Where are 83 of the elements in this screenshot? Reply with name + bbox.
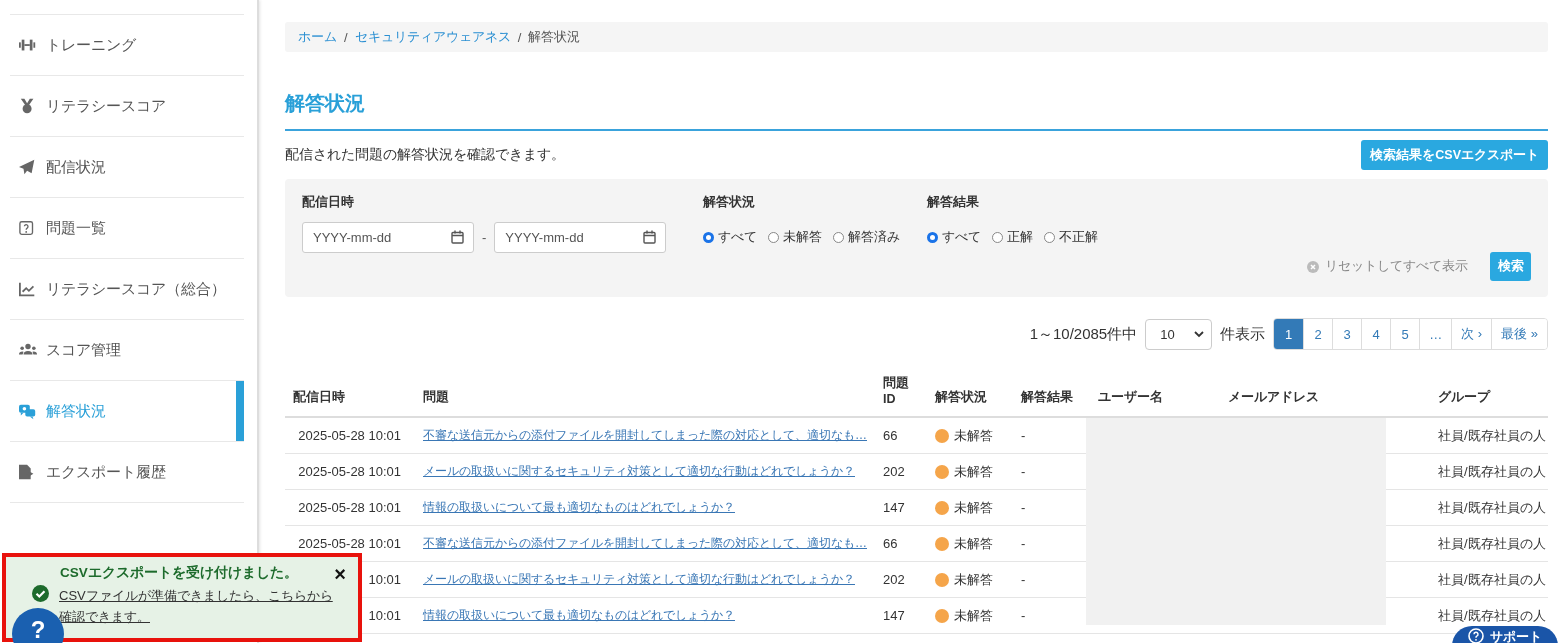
table-cell: 147 bbox=[875, 597, 927, 634]
column-header: 解答状況 bbox=[927, 371, 1013, 417]
page-link[interactable]: 最後 » bbox=[1491, 319, 1547, 349]
export-button[interactable]: 検索結果をCSVエクスポート bbox=[1361, 140, 1548, 170]
result-count: 1～10/2085件中 bbox=[1029, 324, 1138, 344]
radio-button[interactable] bbox=[833, 232, 844, 243]
breadcrumb-separator: / bbox=[344, 29, 348, 45]
range-separator: - bbox=[482, 230, 487, 245]
calendar-icon bbox=[451, 230, 464, 244]
sidebar-item[interactable]: リテラシースコア bbox=[10, 75, 244, 136]
sidebar-item[interactable]: リテラシースコア（総合） bbox=[10, 258, 244, 319]
paper-plane-icon bbox=[19, 158, 37, 176]
clear-icon bbox=[1307, 260, 1319, 273]
radio-button[interactable] bbox=[927, 232, 938, 243]
per-page-label: 件表示 bbox=[1220, 324, 1266, 344]
table-cell: 202 bbox=[875, 453, 927, 490]
breadcrumb-current: 解答状況 bbox=[528, 28, 581, 46]
page-title: 解答状況 bbox=[285, 90, 1548, 131]
radio-button[interactable] bbox=[703, 232, 714, 243]
sidebar-item[interactable]: トレーニング bbox=[10, 14, 244, 75]
sidebar-item[interactable]: 解答状況 bbox=[10, 380, 244, 441]
sidebar-item[interactable]: エクスポート履歴 bbox=[10, 441, 244, 502]
page-link[interactable]: 1 bbox=[1274, 319, 1304, 349]
radio-button[interactable] bbox=[768, 232, 779, 243]
table-cell: 社員/既存社員の人 bbox=[1430, 453, 1548, 490]
table-cell: 66 bbox=[875, 417, 927, 454]
chevron-down-icon bbox=[1194, 330, 1205, 338]
calendar-icon bbox=[643, 230, 657, 244]
table-cell: 66 bbox=[875, 525, 927, 562]
radio-label: 正解 bbox=[1007, 229, 1033, 246]
filter-label: 配信日時 bbox=[302, 194, 354, 211]
table-cell: 社員/既存社員の人 bbox=[1430, 489, 1548, 526]
reset-link[interactable]: リセットしてすべて表示 bbox=[1307, 258, 1468, 275]
breadcrumb-link[interactable]: セキュリティアウェアネス bbox=[354, 28, 511, 46]
check-circle-icon bbox=[32, 585, 49, 602]
table-cell: 社員/既存社員の人 bbox=[1430, 561, 1548, 598]
column-header: 問題 ID bbox=[875, 371, 927, 417]
table-cell: 社員/既存社員の人 bbox=[1430, 525, 1548, 562]
status-label: 未解答 bbox=[954, 498, 993, 517]
radio-label: 不正解 bbox=[1059, 229, 1098, 246]
column-header: グループ bbox=[1430, 371, 1548, 417]
table-cell: 2025-05-28 10:01 bbox=[285, 417, 415, 454]
sidebar-item[interactable]: スコア管理 bbox=[10, 319, 244, 380]
radio-label: すべて bbox=[718, 229, 757, 246]
question-link[interactable]: 情報の取扱いについて最も適切なものはどれでしょうか？ bbox=[423, 500, 735, 514]
support-button[interactable]: サポート bbox=[1452, 626, 1558, 643]
table-cell: 2025-05-28 10:01 bbox=[285, 453, 415, 490]
sidebar-item[interactable]: 配信状況 bbox=[10, 136, 244, 197]
status-label: 未解答 bbox=[954, 606, 993, 625]
radio-button[interactable] bbox=[1044, 232, 1055, 243]
question-link[interactable]: メールの取扱いに関するセキュリティ対策として適切な行動はどれでしょうか？ bbox=[423, 464, 855, 478]
per-page-select[interactable]: 10 bbox=[1145, 318, 1213, 350]
breadcrumb-separator: / bbox=[517, 29, 522, 45]
column-header: 解答結果 bbox=[1013, 371, 1090, 417]
radio-label: 未解答 bbox=[783, 229, 822, 246]
table-cell: 2025-05-28 10:01 bbox=[285, 489, 415, 526]
table-cell: 社員/既存社員の人 bbox=[1430, 417, 1548, 454]
date-field[interactable]: YYYY-mm-dd bbox=[302, 222, 474, 253]
status-label: 未解答 bbox=[954, 570, 993, 589]
date-field[interactable]: YYYY-mm-dd bbox=[494, 222, 667, 253]
question-link[interactable]: メールの取扱いに関するセキュリティ対策として適切な行動はどれでしょうか？ bbox=[423, 572, 855, 586]
table-cell: 202 bbox=[875, 561, 927, 598]
radio-button[interactable] bbox=[992, 232, 1003, 243]
filter-label: 解答状況 bbox=[703, 194, 755, 211]
close-button[interactable]: × bbox=[334, 563, 346, 585]
search-button[interactable]: 検索 bbox=[1490, 252, 1531, 281]
status-label: 未解答 bbox=[954, 426, 993, 445]
status-label: 未解答 bbox=[954, 534, 993, 553]
column-header: 問題 bbox=[415, 371, 875, 417]
filter-label: 解答結果 bbox=[927, 194, 979, 211]
breadcrumb-link[interactable]: ホーム bbox=[298, 28, 337, 46]
question-link[interactable]: 不審な送信元からの添付ファイルを開封してしまった際の対応として、適切なも… bbox=[423, 536, 867, 550]
radio-label: 解答済み bbox=[848, 229, 900, 246]
line-chart-icon bbox=[19, 280, 37, 298]
question-link[interactable]: 情報の取扱いについて最も適切なものはどれでしょうか？ bbox=[423, 608, 735, 622]
column-header: 配信日時 bbox=[285, 371, 415, 417]
status-label: 未解答 bbox=[954, 462, 993, 481]
sidebar-item[interactable]: 問題一覧 bbox=[10, 197, 244, 258]
chat-bubbles-icon bbox=[19, 402, 37, 420]
table-cell: 147 bbox=[875, 489, 927, 526]
radio-label: すべて bbox=[942, 229, 981, 246]
question-link[interactable]: 不審な送信元からの添付ファイルを開封してしまった際の対応として、適切なも… bbox=[423, 428, 867, 442]
page-description: 配信された問題の解答状況を確認できます。 bbox=[285, 146, 565, 164]
